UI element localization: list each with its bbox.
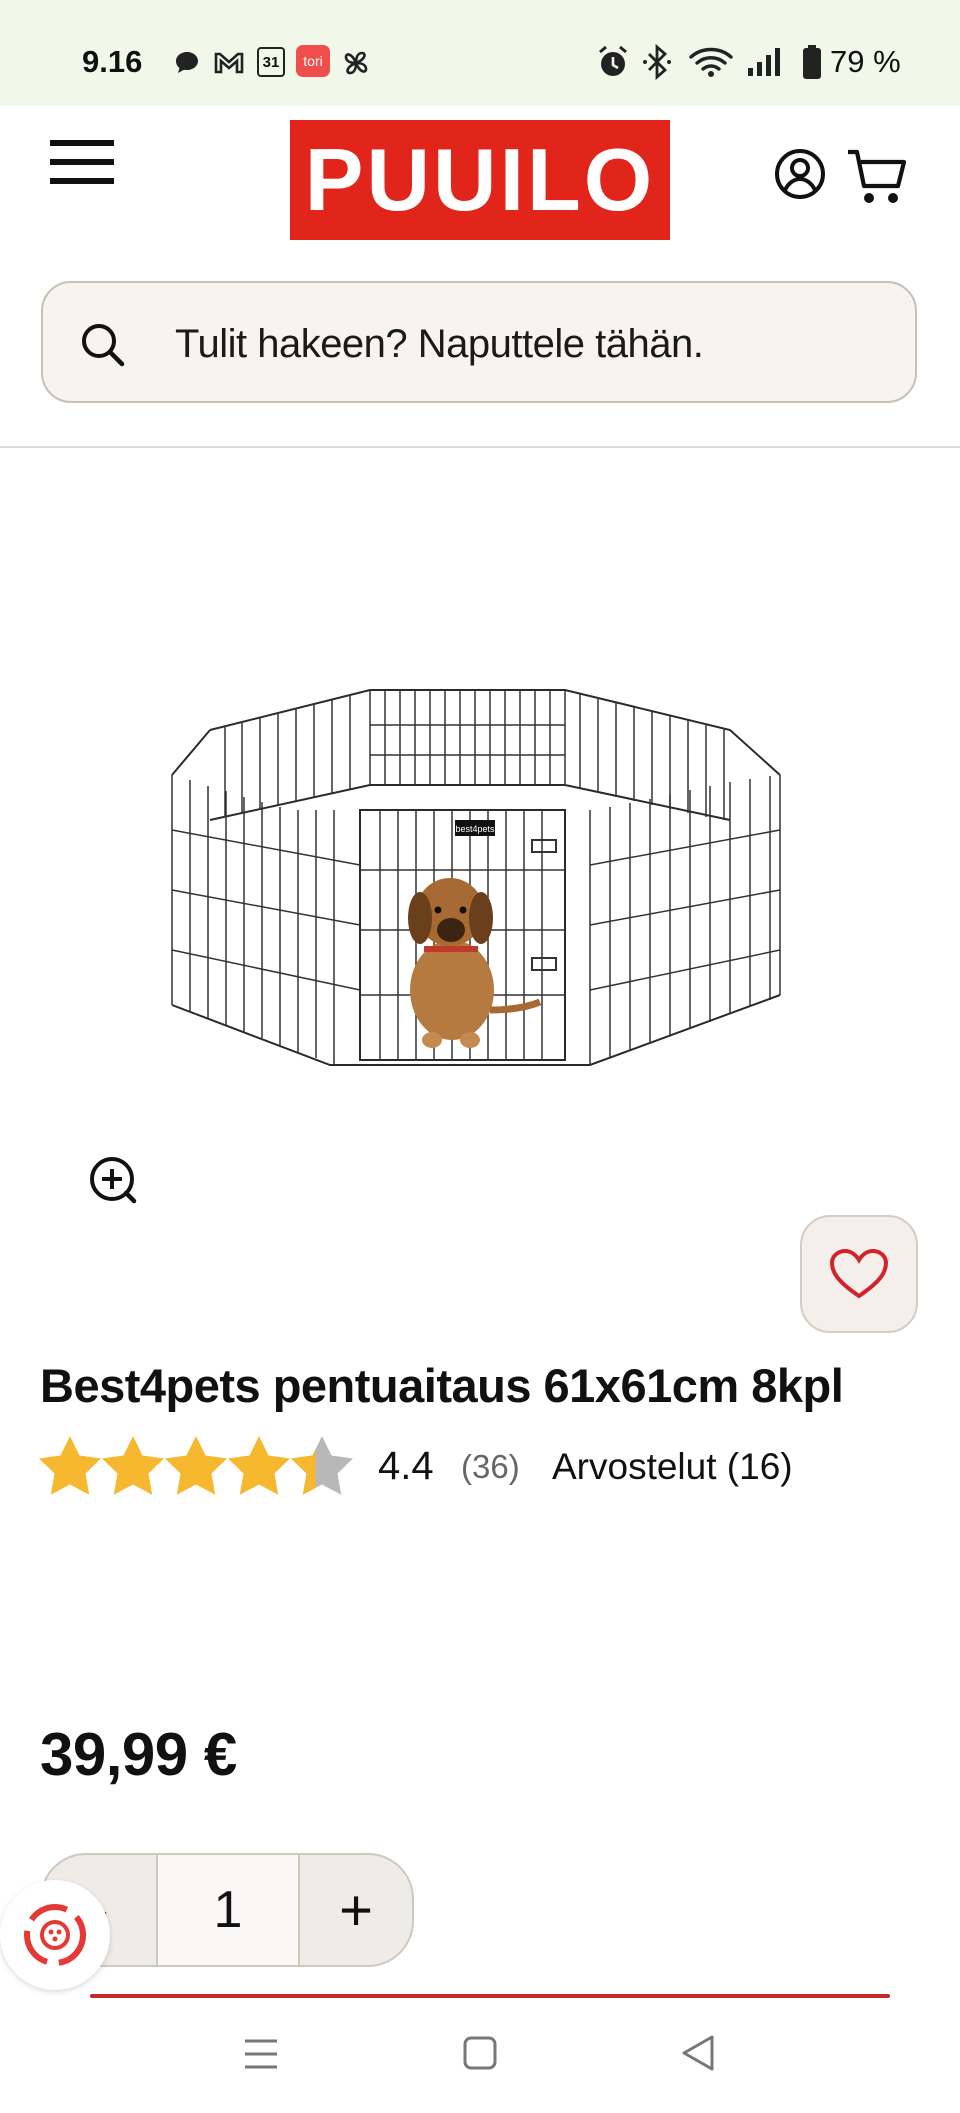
floating-widget-button[interactable]	[0, 1880, 110, 1990]
star-full-4	[228, 1436, 290, 1495]
recent-apps-icon[interactable]	[243, 2038, 279, 2070]
header-divider	[0, 446, 960, 448]
heart-icon	[829, 1248, 889, 1299]
reviews-link[interactable]: Arvostelut (16)	[552, 1446, 793, 1488]
star-full-1	[39, 1436, 101, 1495]
recycle-wheel-icon	[24, 1904, 86, 1966]
home-icon[interactable]	[462, 2035, 498, 2071]
hamburger-menu-icon[interactable]	[50, 140, 116, 186]
tori-app-icon: tori	[296, 45, 330, 77]
back-icon[interactable]	[680, 2034, 716, 2072]
product-price: 39,99 €	[40, 1721, 237, 1788]
star-full-3	[165, 1436, 227, 1495]
status-time: 9.16	[82, 44, 143, 79]
star-full-2	[102, 1436, 164, 1495]
favorite-button[interactable]	[800, 1215, 918, 1333]
brand-tag-text: best4pets	[455, 824, 495, 834]
product-image[interactable]: best4pets	[170, 680, 790, 1080]
battery-icon	[803, 45, 821, 79]
system-nav-bar	[0, 2000, 960, 2113]
alarm-icon	[599, 45, 627, 76]
signal-icon	[748, 48, 780, 76]
plus-label: +	[339, 1877, 373, 1943]
calendar-icon: 31	[257, 47, 285, 77]
puuilo-logo[interactable]: PUUILO	[290, 120, 670, 240]
bluetooth-icon	[643, 44, 671, 80]
battery-percent: 79 %	[830, 44, 901, 79]
chat-bubble-icon	[176, 52, 198, 73]
rating-value: 4.4	[378, 1444, 434, 1488]
puppy-figure	[408, 878, 542, 1048]
rating-count: (36)	[461, 1448, 520, 1485]
quantity-increase-button[interactable]: +	[300, 1855, 412, 1965]
status-bar: 9.16 31 tori 79 %	[0, 0, 960, 106]
zoom-in-icon[interactable]	[88, 1155, 140, 1207]
search-icon	[82, 324, 125, 367]
wifi-icon	[689, 47, 733, 77]
tori-badge-text: tori	[303, 53, 323, 69]
quantity-input[interactable]: 1	[156, 1855, 300, 1965]
pinwheel-icon	[344, 51, 368, 75]
calendar-day: 31	[262, 53, 280, 71]
search-input[interactable]: Tulit hakeen? Naputtele tähän.	[175, 322, 704, 367]
add-to-cart-button-edge[interactable]	[90, 1994, 890, 1998]
account-icon[interactable]	[774, 148, 826, 200]
gmail-icon	[214, 52, 244, 74]
logo-text: PUUILO	[304, 130, 656, 229]
product-title: Best4pets pentuaitaus 61x61cm 8kpl	[40, 1359, 844, 1412]
cart-icon[interactable]	[846, 148, 908, 206]
star-rating[interactable]	[38, 1434, 358, 1500]
